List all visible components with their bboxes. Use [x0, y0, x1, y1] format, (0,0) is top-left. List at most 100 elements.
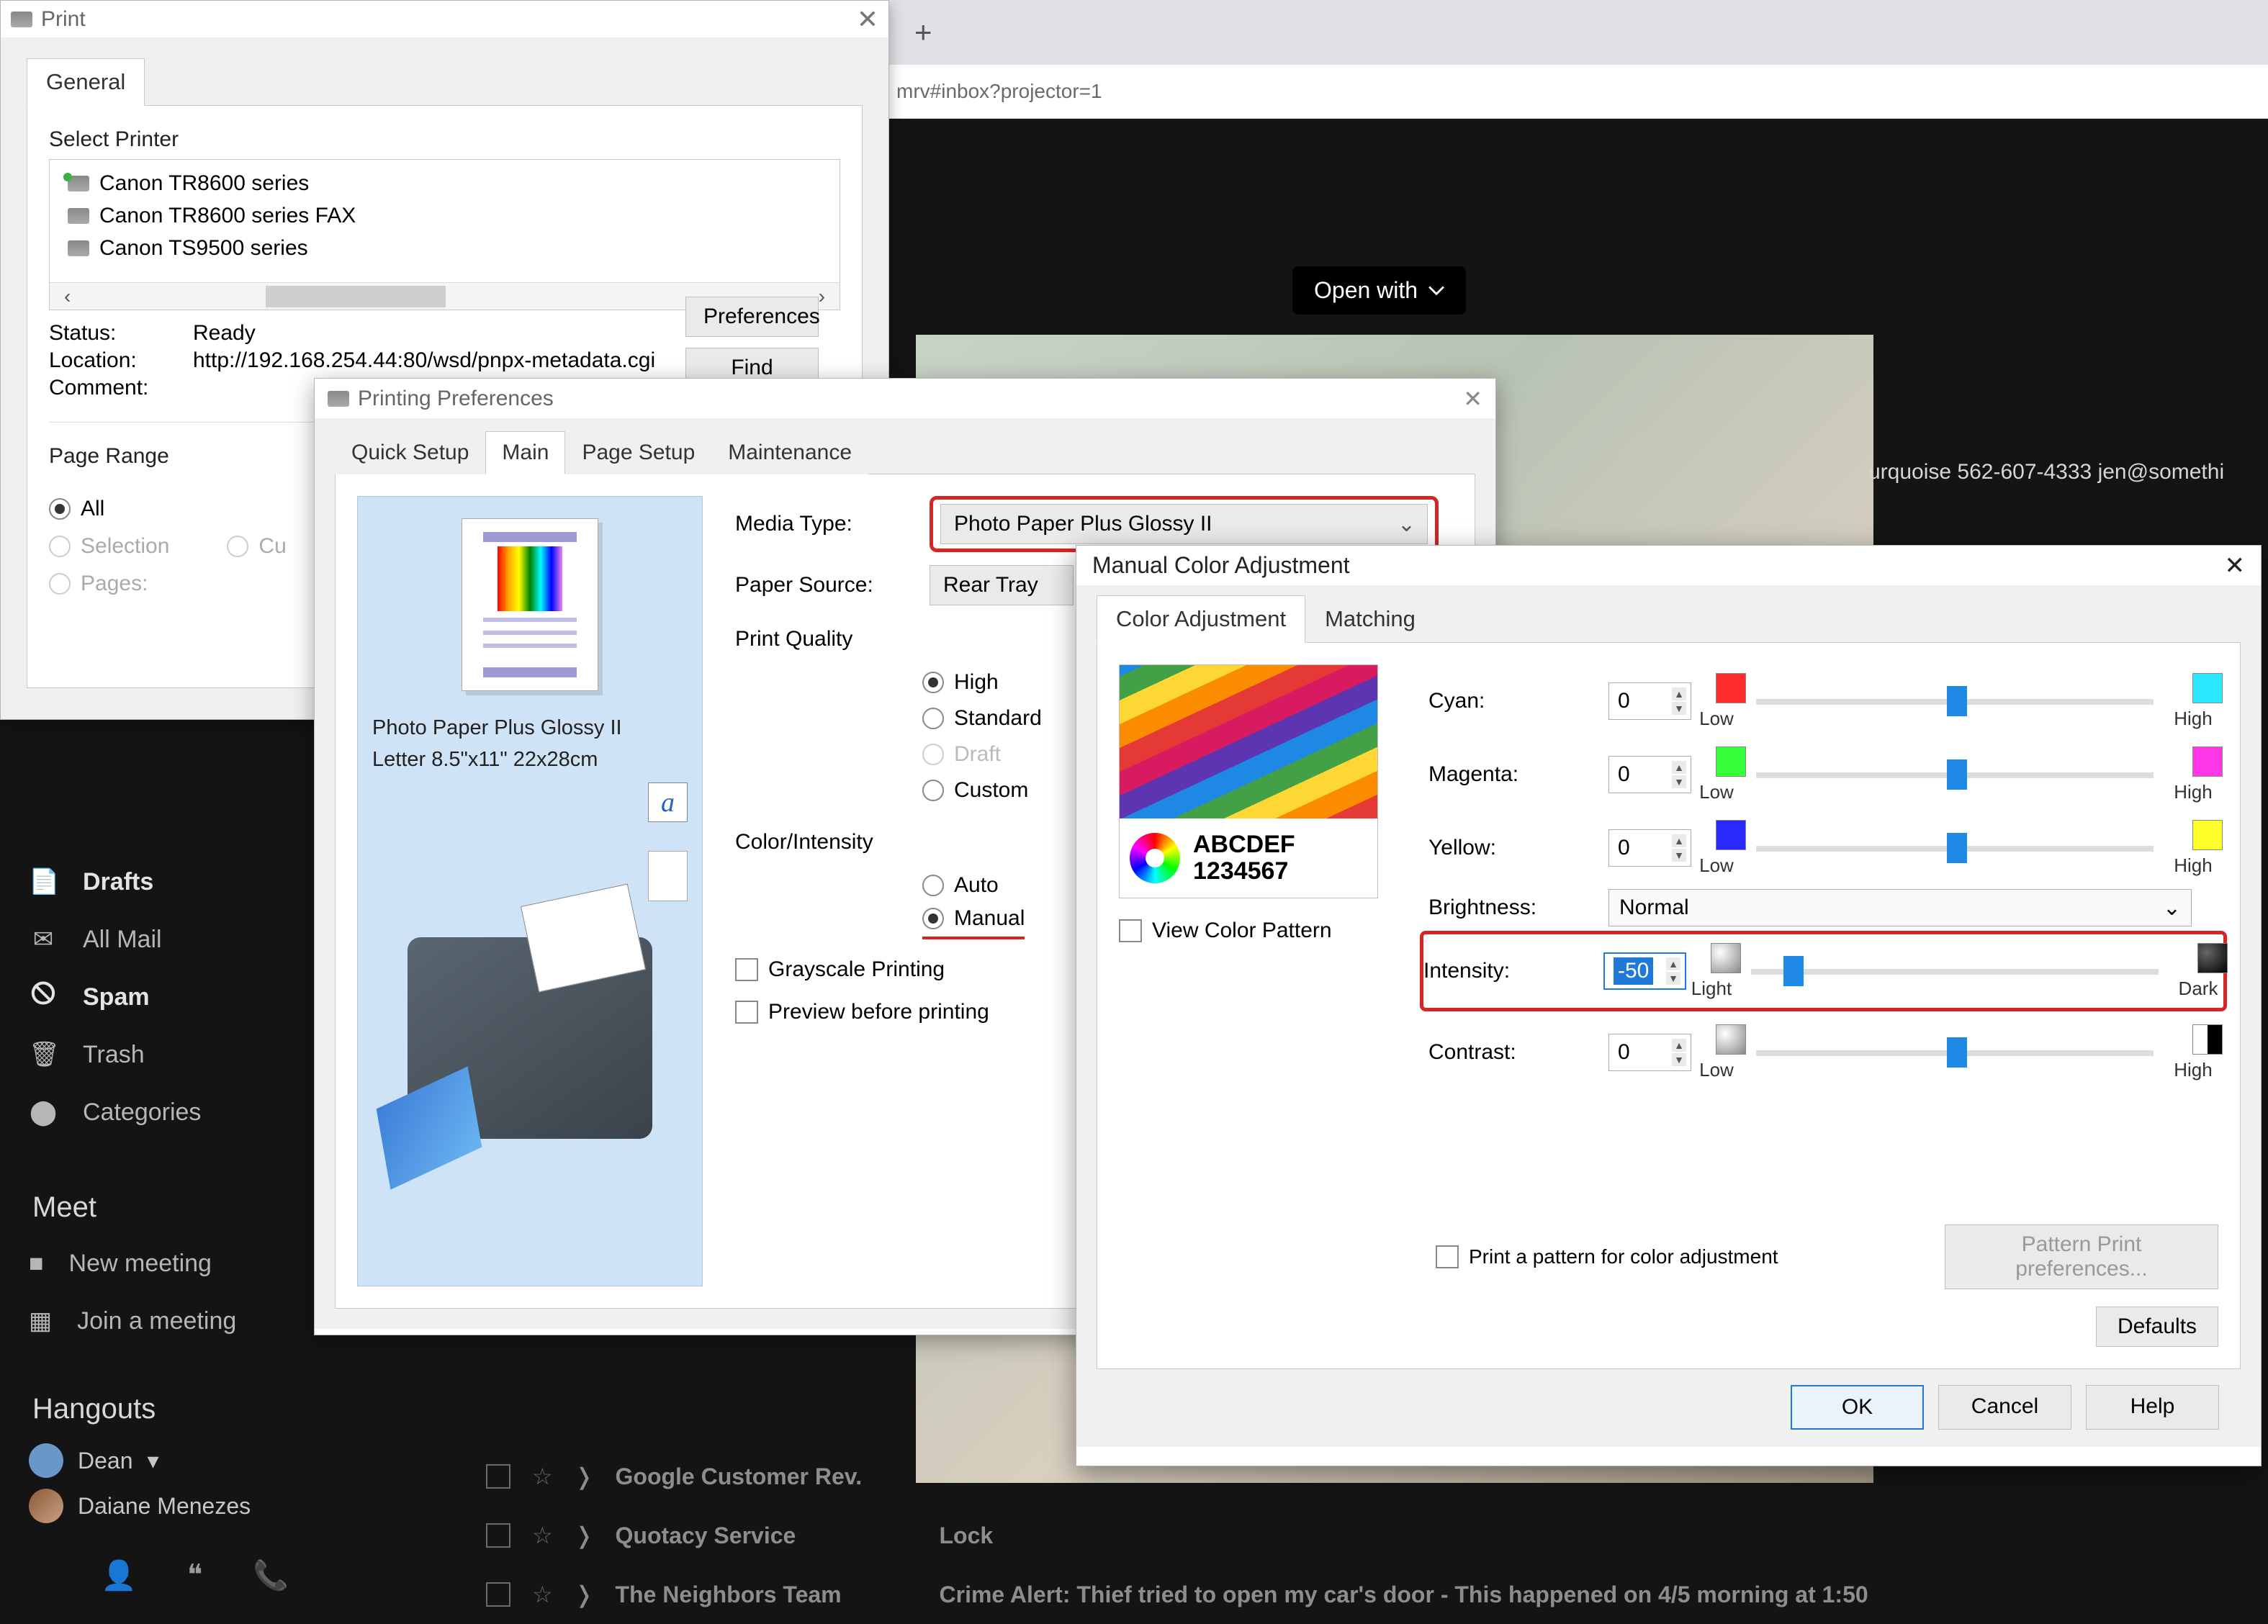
- intensity-slider[interactable]: [1751, 956, 2159, 986]
- radio-icon: [922, 672, 944, 693]
- new-tab-button[interactable]: +: [914, 15, 932, 50]
- sidebar-item-categories[interactable]: ⬤Categories: [29, 1083, 201, 1141]
- spin-up-icon[interactable]: ▲: [1666, 957, 1680, 970]
- meet-new-meeting[interactable]: ■New meeting: [29, 1235, 236, 1292]
- contrast-spinner[interactable]: 0▲▼: [1608, 1034, 1691, 1071]
- defaults-row: Defaults: [2096, 1307, 2218, 1347]
- checkbox[interactable]: [486, 1523, 510, 1548]
- slider-thumb[interactable]: [1947, 686, 1967, 716]
- hangouts-icon[interactable]: ❝: [187, 1558, 203, 1592]
- yellow-row: Yellow: 0▲▼ Low High: [1428, 811, 2218, 885]
- sidebar-item-drafts[interactable]: 📄Drafts: [29, 853, 201, 911]
- list-item[interactable]: ☆❭Quotacy ServiceLock: [486, 1506, 2268, 1565]
- printer-item[interactable]: Canon TR8600 series: [68, 167, 822, 199]
- yellow-spinner[interactable]: 0▲▼: [1608, 829, 1691, 867]
- contrast-high-swatch: [2192, 1024, 2223, 1055]
- yellow-slider[interactable]: [1756, 833, 2154, 863]
- important-icon[interactable]: ❭: [575, 1522, 594, 1549]
- radio-icon: [922, 744, 944, 765]
- tab-page-setup[interactable]: Page Setup: [565, 431, 711, 474]
- close-button[interactable]: ✕: [1463, 385, 1482, 412]
- contrast-slider[interactable]: [1756, 1037, 2154, 1068]
- radio-manual[interactable]: Manual: [922, 903, 1025, 939]
- printer-list[interactable]: Canon TR8600 series Canon TR8600 series …: [49, 159, 840, 310]
- star-icon[interactable]: ☆: [532, 1463, 553, 1490]
- sidebar-item-spam[interactable]: 🛇Spam: [29, 968, 201, 1026]
- sidebar-item-allmail[interactable]: ✉All Mail: [29, 911, 201, 968]
- hangout-dean[interactable]: Dean▾: [29, 1443, 251, 1478]
- color-panel: ABCDEF1234567 View Color Pattern Cyan: 0…: [1097, 642, 2241, 1369]
- close-button[interactable]: ✕: [857, 4, 878, 35]
- tab-quick-setup[interactable]: Quick Setup: [335, 431, 485, 474]
- magenta-slider[interactable]: [1756, 759, 2154, 790]
- spin-up-icon[interactable]: ▲: [1672, 687, 1686, 700]
- radio-all[interactable]: All: [49, 490, 169, 528]
- checkbox-icon: [735, 1001, 758, 1024]
- radio-icon: [922, 780, 944, 801]
- paper-source-dropdown[interactable]: Rear Tray: [930, 565, 1074, 605]
- star-icon[interactable]: ☆: [532, 1522, 553, 1549]
- close-button[interactable]: ✕: [2225, 551, 2246, 580]
- hangout-daiane[interactable]: Daiane Menezes: [29, 1489, 251, 1523]
- print-pattern-checkbox[interactable]: Print a pattern for color adjustment: [1436, 1245, 1778, 1268]
- cyan-spinner[interactable]: 0▲▼: [1608, 682, 1691, 720]
- bottom-icons: 👤 ❝ 📞: [101, 1558, 289, 1592]
- tab-maintenance[interactable]: Maintenance: [711, 431, 868, 474]
- magenta-spinner[interactable]: 0▲▼: [1608, 756, 1691, 793]
- scroll-left-icon[interactable]: ‹: [64, 285, 71, 308]
- mca-body: Color Adjustment Matching ABCDEF1234567 …: [1076, 585, 2261, 1447]
- printer-icon: [68, 208, 89, 224]
- slider-thumb[interactable]: [1783, 956, 1804, 986]
- print-titlebar: Print ✕: [1, 1, 888, 38]
- printer-item[interactable]: Canon TS9500 series: [68, 232, 822, 264]
- printer-graphic: [408, 937, 652, 1139]
- yellow-low-swatch: [1716, 820, 1746, 850]
- paper-preview: [462, 518, 598, 691]
- open-with-button[interactable]: Open with: [1292, 266, 1466, 315]
- slider-thumb[interactable]: [1947, 1037, 1967, 1068]
- radio-pages: Pages:: [49, 565, 169, 603]
- preferences-button[interactable]: Preferences: [685, 297, 819, 337]
- low-label: Low: [1684, 781, 1749, 803]
- defaults-button[interactable]: Defaults: [2096, 1307, 2218, 1347]
- radio-label: Standard: [954, 706, 1042, 731]
- phone-icon[interactable]: 📞: [253, 1558, 289, 1592]
- spin-up-icon[interactable]: ▲: [1672, 761, 1686, 774]
- tab-matching[interactable]: Matching: [1305, 595, 1435, 643]
- media-type-dropdown[interactable]: Photo Paper Plus Glossy II⌄: [940, 504, 1428, 544]
- ok-button[interactable]: OK: [1791, 1385, 1924, 1430]
- hangout-name: Daiane Menezes: [78, 1493, 251, 1520]
- gmail-sidebar: 📄Drafts ✉All Mail 🛇Spam 🗑Trash ⬤Categori…: [29, 853, 201, 1141]
- slider-thumb[interactable]: [1947, 759, 1967, 790]
- tab-color-adjustment[interactable]: Color Adjustment: [1097, 595, 1305, 643]
- cyan-high-swatch: [2192, 673, 2223, 703]
- slider-thumb[interactable]: [1947, 833, 1967, 863]
- checkbox-icon: [1436, 1245, 1459, 1268]
- star-icon[interactable]: ☆: [532, 1581, 553, 1608]
- select-printer-label: Select Printer: [49, 127, 840, 152]
- contrast-low-swatch: [1716, 1024, 1746, 1055]
- important-icon[interactable]: ❭: [575, 1581, 594, 1608]
- person-icon[interactable]: 👤: [101, 1558, 137, 1592]
- important-icon[interactable]: ❭: [575, 1463, 594, 1490]
- spin-up-icon[interactable]: ▲: [1672, 1039, 1686, 1052]
- gmail-list: ☆❭Google Customer Rev. ☆❭Quotacy Service…: [486, 1447, 2268, 1624]
- printer-item[interactable]: Canon TR8600 series FAX: [68, 199, 822, 232]
- spin-up-icon[interactable]: ▲: [1672, 834, 1686, 847]
- scroll-thumb[interactable]: [266, 286, 446, 307]
- list-item[interactable]: ☆❭The Neighbors TeamCrime Alert: Thief t…: [486, 1565, 2268, 1624]
- tab-main[interactable]: Main: [485, 431, 565, 474]
- chevron-down-icon: ⌄: [1398, 512, 1416, 537]
- brightness-dropdown[interactable]: Normal⌄: [1608, 889, 2192, 926]
- sidebar-item-trash[interactable]: 🗑Trash: [29, 1026, 201, 1083]
- cyan-slider[interactable]: [1756, 686, 2154, 716]
- intensity-spinner[interactable]: -50▲▼: [1603, 952, 1686, 990]
- meet-join-meeting[interactable]: ▦Join a meeting: [29, 1292, 236, 1350]
- checkbox[interactable]: [486, 1464, 510, 1489]
- spin-down-icon[interactable]: ▼: [1666, 972, 1680, 985]
- tab-general[interactable]: General: [27, 58, 145, 106]
- cancel-button[interactable]: Cancel: [1938, 1385, 2071, 1430]
- checkbox[interactable]: [486, 1582, 510, 1607]
- radio-label: Auto: [954, 873, 999, 898]
- help-button[interactable]: Help: [2086, 1385, 2219, 1430]
